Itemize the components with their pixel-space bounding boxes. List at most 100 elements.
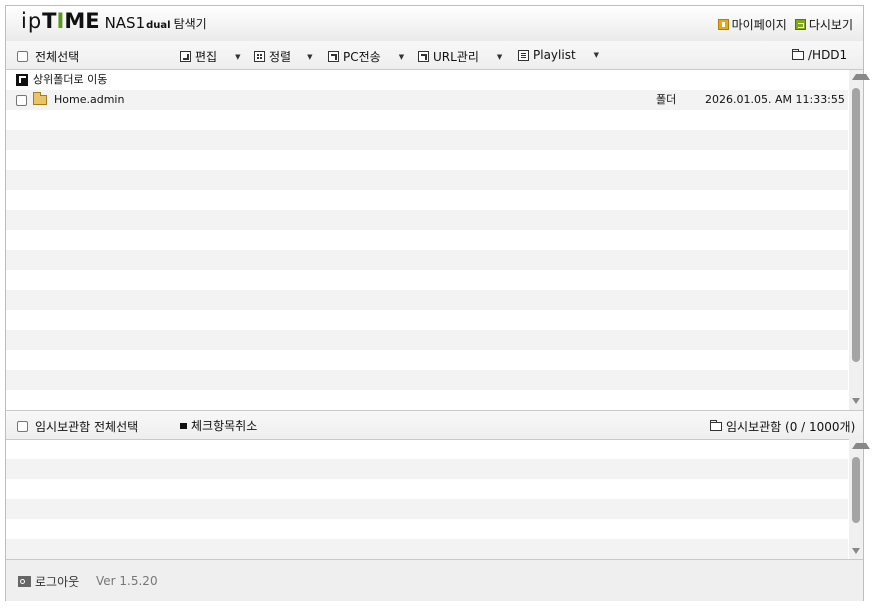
pc-transfer-menu[interactable]: PC전송 ▼ [328, 48, 404, 65]
version-label: Ver 1.5.20 [96, 574, 158, 588]
refresh-label: 다시보기 [808, 18, 853, 32]
user-icon [717, 19, 729, 30]
logo-me: ME [64, 9, 100, 33]
empty-row [6, 150, 848, 170]
row-checkbox[interactable] [16, 94, 27, 106]
url-manage-menu[interactable]: URL관리 ▼ [418, 48, 502, 65]
url-manage-label: URL관리 [433, 50, 479, 64]
mypage-label: 마이페이지 [731, 18, 787, 32]
temp-list-scrollbar[interactable] [849, 439, 870, 559]
logo-dual: dual [146, 20, 171, 31]
sort-label: 정렬 [269, 50, 292, 64]
playlist-label: Playlist [533, 48, 576, 62]
empty-row [6, 459, 848, 479]
edit-icon [180, 51, 191, 62]
logo-ip: ip [21, 9, 43, 33]
empty-row [6, 190, 848, 210]
empty-row [6, 210, 848, 230]
folder-icon [33, 92, 47, 105]
uncheck-label: 체크항목취소 [191, 419, 258, 433]
file-type: 폴더 [656, 93, 677, 106]
iptime-logo: ip TIME NAS1 dual 탐색기 [21, 9, 207, 37]
chevron-down-icon: ▼ [307, 52, 313, 61]
temp-select-all-label: 임시보관함 전체선택 [35, 420, 139, 434]
logo-t: T [42, 9, 57, 33]
file-list: 상위폴더로 이동 Home.admin 폴더 2026.01.05. AM 11… [6, 70, 848, 410]
empty-row [6, 350, 848, 370]
file-toolbar: 전체선택 편집 ▼ 정렬 ▼ PC전송 ▼ URL관리 ▼ Playlist ▼ [6, 41, 863, 70]
current-path[interactable]: /HDD1 [792, 48, 847, 62]
temp-storage-status: 임시보관함 (0 / 1000개) [710, 418, 855, 435]
empty-row [6, 499, 848, 519]
key-icon [18, 576, 31, 587]
chevron-down-icon: ▼ [496, 52, 503, 61]
temp-storage-bar: 임시보관함 전체선택 체크항목취소 임시보관함 (0 / 1000개) [6, 410, 863, 440]
mypage-link[interactable]: 마이페이지 [717, 16, 787, 33]
title-bar: ip TIME NAS1 dual 탐색기 마이페이지 다시보기 [6, 6, 863, 42]
scroll-up-icon[interactable] [852, 443, 870, 449]
empty-row [6, 230, 848, 250]
uncheck-button[interactable]: 체크항목취소 [180, 417, 257, 434]
empty-row [6, 130, 848, 150]
minus-icon [180, 422, 187, 429]
edit-menu[interactable]: 편집 ▼ [180, 48, 240, 65]
go-up-folder[interactable]: 상위폴더로 이동 [6, 70, 848, 90]
file-list-scrollbar[interactable] [849, 70, 870, 410]
sort-menu[interactable]: 정렬 ▼ [254, 48, 312, 65]
top-links: 마이페이지 다시보기 [717, 16, 853, 33]
scroll-down-icon[interactable] [852, 548, 860, 554]
go-up-label: 상위폴더로 이동 [33, 73, 108, 86]
file-name[interactable]: Home.admin [54, 90, 124, 110]
explorer-window: ip TIME NAS1 dual 탐색기 마이페이지 다시보기 전체선택 편집… [5, 5, 870, 601]
empty-row [6, 310, 848, 330]
grid-icon [254, 51, 265, 62]
logo-explorer: 탐색기 [173, 17, 207, 31]
playlist-menu[interactable]: Playlist ▼ [518, 48, 599, 62]
select-all-label: 전체선택 [35, 50, 80, 64]
footer: 로그아웃 Ver 1.5.20 [6, 559, 863, 601]
link-icon [418, 51, 429, 62]
current-path-label: /HDD1 [808, 48, 848, 62]
export-icon [328, 51, 339, 62]
select-all-checkbox[interactable] [17, 51, 28, 62]
chevron-down-icon: ▼ [235, 52, 241, 61]
folder-icon [710, 420, 722, 431]
empty-row [6, 390, 848, 410]
scroll-down-icon[interactable] [852, 398, 860, 404]
refresh-link[interactable]: 다시보기 [794, 16, 853, 33]
temp-select-all-checkbox[interactable] [17, 421, 28, 432]
logout-label: 로그아웃 [35, 575, 80, 589]
empty-row [6, 270, 848, 290]
list-item[interactable]: 상위폴더로 이동 [6, 70, 848, 90]
scroll-up-icon[interactable] [852, 74, 870, 80]
folder-up-icon [16, 74, 28, 86]
pc-transfer-label: PC전송 [343, 50, 381, 64]
empty-row [6, 330, 848, 350]
empty-row [6, 539, 848, 559]
logo-nas: NAS1 [104, 14, 146, 32]
logo-time: TIME [42, 9, 99, 33]
playlist-icon [518, 49, 529, 61]
select-all[interactable]: 전체선택 [17, 48, 79, 65]
empty-row [6, 170, 848, 190]
chevron-down-icon: ▼ [593, 51, 600, 59]
empty-row [6, 110, 848, 130]
empty-row [6, 250, 848, 270]
empty-row [6, 290, 848, 310]
scroll-thumb[interactable] [852, 457, 860, 523]
empty-row [6, 479, 848, 499]
temp-storage-label: 임시보관함 (0 / 1000개) [726, 420, 856, 434]
refresh-icon [794, 19, 806, 30]
temp-storage-list [6, 439, 848, 559]
logout-button[interactable]: 로그아웃 [18, 573, 79, 590]
empty-row [6, 370, 848, 390]
scroll-thumb[interactable] [852, 88, 860, 362]
folder-icon [792, 48, 804, 60]
file-date: 2026.01.05. AM 11:33:55 [705, 93, 845, 106]
empty-row [6, 519, 848, 539]
temp-select-all[interactable]: 임시보관함 전체선택 [17, 418, 138, 435]
edit-label: 편집 [195, 50, 218, 64]
empty-row [6, 439, 848, 459]
chevron-down-icon: ▼ [398, 52, 405, 61]
list-item[interactable]: Home.admin 폴더 2026.01.05. AM 11:33:55 [6, 90, 848, 110]
